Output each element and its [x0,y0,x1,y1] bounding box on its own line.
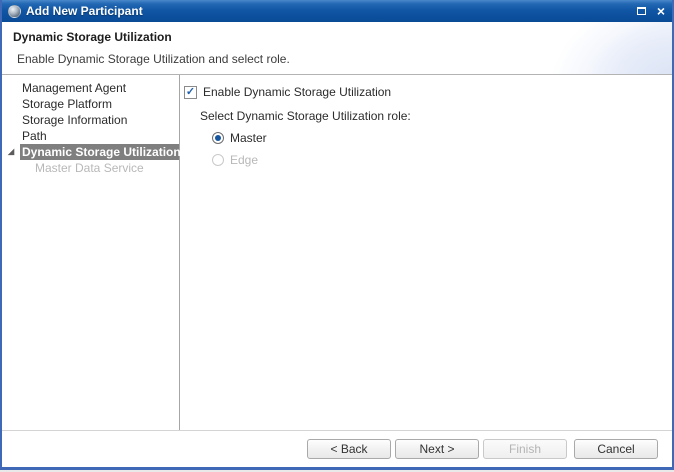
enable-dsu-label[interactable]: Enable Dynamic Storage Utilization [203,85,391,99]
window-controls: × [637,4,665,18]
enable-dsu-row: ✓ Enable Dynamic Storage Utilization [184,85,672,99]
window-title: Add New Participant [26,4,143,18]
radio-edge-label[interactable]: Edge [230,153,258,167]
role-option-edge-row: Edge [212,153,672,167]
sidebar-item-path[interactable]: Path [2,128,179,144]
sidebar-item-storage-information[interactable]: Storage Information [2,112,179,128]
screen-background: Add New Participant × Dynamic Storage Ut… [0,0,674,472]
titlebar: Add New Participant × [2,0,672,22]
sidebar-item-storage-platform[interactable]: Storage Platform [2,96,179,112]
close-icon: × [657,4,665,18]
next-button[interactable]: Next > [395,439,479,459]
maximize-button[interactable] [637,7,646,15]
sidebar-item-label: Dynamic Storage Utilization [22,145,181,159]
radio-master-label[interactable]: Master [230,131,267,145]
wizard-step-content: ✓ Enable Dynamic Storage Utilization Sel… [180,75,672,430]
wizard-footer: < Back Next > Finish Cancel [2,430,672,467]
wizard-step-list: Management Agent Storage Platform Storag… [2,75,180,430]
sidebar-item-dynamic-storage-utilization[interactable]: ◢ Dynamic Storage Utilization [20,144,179,160]
sidebar-item-master-data-service[interactable]: Master Data Service [2,160,179,176]
maximize-icon [637,7,646,15]
finish-button[interactable]: Finish [483,439,567,459]
wizard-header: Dynamic Storage Utilization Enable Dynam… [2,22,672,75]
app-icon [8,5,21,18]
dialog-window: Add New Participant × Dynamic Storage Ut… [0,0,674,470]
tree-expanded-icon: ◢ [8,144,14,160]
wizard-step-subtitle: Enable Dynamic Storage Utilization and s… [17,52,672,66]
back-button[interactable]: < Back [307,439,391,459]
wizard-body: Management Agent Storage Platform Storag… [2,75,672,430]
wizard-step-title: Dynamic Storage Utilization [13,30,672,44]
close-button[interactable]: × [657,4,665,18]
role-option-master-row: Master [212,131,672,145]
radio-master[interactable] [212,132,224,144]
role-section-label: Select Dynamic Storage Utilization role: [200,109,672,123]
sidebar-item-management-agent[interactable]: Management Agent [2,80,179,96]
radio-edge[interactable] [212,154,224,166]
enable-dsu-checkbox[interactable]: ✓ [184,86,197,99]
check-icon: ✓ [186,87,195,98]
cancel-button[interactable]: Cancel [574,439,658,459]
